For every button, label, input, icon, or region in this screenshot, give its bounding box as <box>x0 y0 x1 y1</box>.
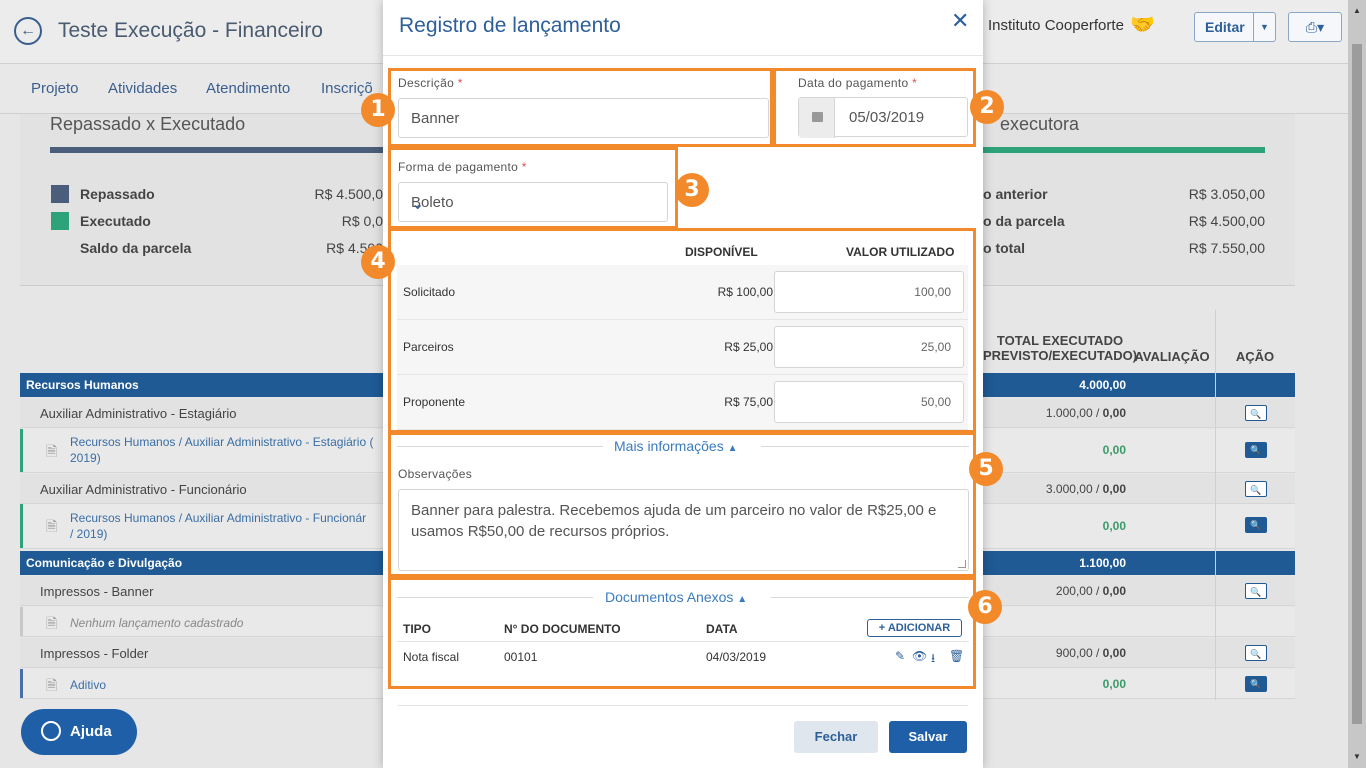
summary-right-title: executora <box>1000 114 1080 134</box>
step-badge: 4 <box>361 245 395 279</box>
col-total-line2: PREVISTO/EXECUTADO) <box>982 348 1138 363</box>
group-name: Recursos Humanos <box>26 378 139 392</box>
item-accent <box>20 669 23 698</box>
org-name: Instituto Cooperforte <box>988 17 1124 34</box>
annotation-box <box>388 147 678 229</box>
edit-button[interactable]: Editar ▼ <box>1194 12 1276 42</box>
page-title: Teste Execução - Financeiro <box>58 19 323 42</box>
back-arrow-icon[interactable]: ← <box>14 17 42 45</box>
step-badge: 3 <box>675 173 709 207</box>
item-accent <box>20 504 23 548</box>
group-total: 1.100,00 <box>1079 556 1126 570</box>
scrollbar-thumb[interactable] <box>1352 44 1362 724</box>
col-total-header: TOTAL EXECUTADO PREVISTO/EXECUTADO) <box>980 333 1140 363</box>
summary-value: R$ 0,0 <box>341 213 383 229</box>
summary-label: o da parcela <box>983 213 1065 229</box>
item-accent <box>20 429 23 472</box>
search-icon[interactable]: 🔍 <box>1245 405 1267 421</box>
repassado-swatch <box>51 185 69 203</box>
close-icon[interactable]: ✕ <box>951 8 969 34</box>
help-button[interactable]: Ajuda <box>21 709 137 755</box>
executora-bar <box>980 147 1265 153</box>
search-icon[interactable]: 🔍 <box>1245 645 1267 661</box>
group-total: 4.000,00 <box>1079 378 1126 392</box>
search-icon[interactable]: 🔍 <box>1245 583 1267 599</box>
col-avaliacao-header: AVALIAÇÃO <box>1134 349 1210 364</box>
document-icon: 🗎 <box>46 518 58 534</box>
col-total-line1: TOTAL EXECUTADO <box>996 333 1124 348</box>
step-badge: 5 <box>969 452 1003 486</box>
sub-name: Auxiliar Administrativo - Estagiário <box>40 406 237 421</box>
annotation-box <box>388 68 773 147</box>
search-icon[interactable]: 🔍 <box>1245 676 1267 692</box>
sub-name: Impressos - Folder <box>40 646 149 661</box>
help-label: Ajuda <box>70 723 112 740</box>
save-button[interactable]: Salvar <box>889 721 967 753</box>
sub-total: 900,00 / 0,00 <box>1055 646 1126 660</box>
repassado-bar <box>50 147 390 153</box>
search-icon[interactable]: 🔍 <box>1245 481 1267 497</box>
divider <box>383 55 983 56</box>
item-accent <box>20 607 23 636</box>
edit-button-label: Editar <box>1205 19 1245 35</box>
modal-title: Registro de lançamento <box>399 14 621 37</box>
item-link[interactable]: Recursos Humanos / Auxiliar Administrati… <box>70 510 366 542</box>
annotation-box <box>388 577 976 689</box>
annotation-box <box>388 432 976 577</box>
summary-value: R$ 4.500,0 <box>314 186 384 202</box>
summary-left-title: Repassado x Executado <box>50 114 246 134</box>
col-acao-header: AÇÃO <box>1235 349 1275 364</box>
scroll-down-icon[interactable]: ▼ <box>1353 752 1361 761</box>
item-link[interactable]: Recursos Humanos / Auxiliar Administrati… <box>70 434 373 466</box>
sub-total: 1.000,00 / 0,00 <box>1045 406 1126 420</box>
step-badge: 2 <box>970 90 1004 124</box>
print-icon[interactable]: ⎙▾ <box>1288 12 1342 42</box>
annotation-box <box>388 228 976 433</box>
search-icon[interactable]: 🔍 <box>1245 517 1267 533</box>
search-icon[interactable]: 🔍 <box>1245 442 1267 458</box>
item-link[interactable]: Aditivo <box>70 677 106 693</box>
item-value: 0,00 <box>1102 677 1126 691</box>
chat-bubble-icon <box>41 721 61 741</box>
sub-name: Auxiliar Administrativo - Funcionário <box>40 482 247 497</box>
handshake-icon: 🤝 <box>1130 14 1155 36</box>
sub-total: 3.000,00 / 0,00 <box>1045 482 1126 496</box>
executado-swatch <box>51 212 69 230</box>
summary-value: R$ 3.050,00 <box>1188 186 1265 202</box>
item-value: 0,00 <box>1102 519 1126 533</box>
close-button[interactable]: Fechar <box>794 721 878 753</box>
annotation-box <box>773 68 976 147</box>
tab-projeto[interactable]: Projeto <box>31 80 79 97</box>
tab-atividades[interactable]: Atividades <box>108 80 177 97</box>
sub-name: Impressos - Banner <box>40 584 154 599</box>
tab-atendimento[interactable]: Atendimento <box>206 80 290 97</box>
step-badge: 6 <box>968 590 1002 624</box>
divider <box>398 705 968 706</box>
summary-label: Repassado <box>80 186 155 202</box>
sub-total: 200,00 / 0,00 <box>1055 584 1126 598</box>
summary-label: Saldo da parcela <box>80 240 192 256</box>
scroll-up-icon[interactable]: ▲ <box>1353 6 1361 15</box>
document-icon: 🗎 <box>46 677 58 693</box>
chevron-down-icon[interactable]: ▼ <box>1253 13 1275 41</box>
empty-message: Nenhum lançamento cadastrado <box>70 616 244 630</box>
tab-inscricoes[interactable]: Inscriçõ <box>321 80 373 97</box>
summary-label: Executado <box>80 213 151 229</box>
group-name: Comunicação e Divulgação <box>26 556 183 570</box>
summary-value: R$ 7.550,00 <box>1188 240 1265 256</box>
document-icon: 🗎 <box>46 443 58 459</box>
summary-value: R$ 4.500,00 <box>1188 213 1265 229</box>
summary-label: o total <box>983 240 1025 256</box>
item-value: 0,00 <box>1102 443 1126 457</box>
summary-label: o anterior <box>983 186 1048 202</box>
column-divider <box>1215 310 1216 700</box>
document-icon: 🗎 <box>46 615 58 631</box>
step-badge: 1 <box>361 93 395 127</box>
